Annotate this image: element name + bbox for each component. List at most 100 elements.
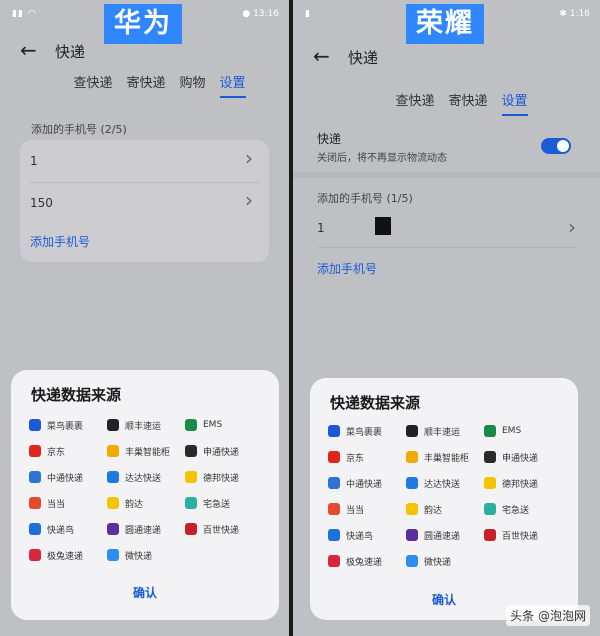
tab-settings[interactable]: 设置	[501, 90, 528, 116]
source-label: 申通快递	[203, 447, 240, 458]
dangdang-icon	[29, 497, 41, 509]
source-item: 百世快递	[185, 516, 263, 542]
row-divider	[30, 182, 259, 183]
tab-shopping[interactable]: 购物	[180, 72, 206, 94]
kdniao-icon	[328, 529, 340, 541]
source-item: 微快递	[107, 542, 185, 568]
source-label: 宅急送	[502, 505, 530, 516]
source-label: 顺丰速运	[125, 421, 162, 432]
source-label: 中通快递	[47, 473, 84, 484]
confirm-button[interactable]: 确认	[11, 584, 279, 601]
signal-icon: ▮▮ ◠	[12, 9, 37, 19]
source-grid: 菜鸟裹裹 顺丰速运 EMS 京东 丰巢智能柜 申通快递 中通快递 达达快送 德邦快递 当当 韵达 宅急…	[328, 418, 572, 574]
source-item: 京东	[29, 438, 107, 464]
source-label: 达达快送	[424, 479, 461, 490]
weikuaidi-icon	[406, 555, 418, 567]
data-source-sheet: 快递数据来源 菜鸟裹裹 顺丰速运 EMS 京东 丰巢智能柜 申通快递 中通快递 达达快送 德邦快…	[310, 378, 578, 620]
source-item: 中通快递	[29, 464, 107, 490]
source-label: 丰巢智能柜	[125, 447, 171, 458]
phone-number: 150	[30, 196, 53, 210]
ems-icon	[185, 419, 197, 431]
phone-number: 1	[317, 221, 325, 235]
app-bar: ← 快递	[0, 36, 289, 66]
source-label: 韵达	[424, 505, 443, 516]
source-item: 达达快送	[406, 470, 484, 496]
source-item: EMS	[185, 412, 263, 438]
source-label: 菜鸟裹裹	[346, 427, 383, 438]
source-label: 百世快递	[502, 531, 539, 542]
cainiao-icon	[328, 425, 340, 437]
sf-icon	[107, 419, 119, 431]
page-title: 快递	[348, 49, 379, 67]
source-item: 中通快递	[328, 470, 406, 496]
ems-icon	[484, 425, 496, 437]
best-icon	[185, 523, 197, 535]
tab-track[interactable]: 查快递	[73, 72, 112, 94]
source-label: 达达快送	[125, 473, 162, 484]
sheet-title: 快递数据来源	[31, 386, 122, 404]
source-item: 申通快递	[484, 444, 562, 470]
source-item: 韵达	[107, 490, 185, 516]
yto-icon	[406, 529, 418, 541]
source-item: 当当	[29, 490, 107, 516]
add-phone-link[interactable]: 添加手机号	[317, 260, 377, 277]
phone-row[interactable]: 1 ›	[30, 142, 259, 182]
source-item: 菜鸟裹裹	[328, 418, 406, 444]
deppon-icon	[484, 477, 496, 489]
source-item: 顺丰速运	[406, 418, 484, 444]
tab-track[interactable]: 查快递	[395, 90, 434, 112]
sto-icon	[185, 445, 197, 457]
source-label: 京东	[346, 453, 365, 464]
time-label: 1:16	[569, 9, 590, 19]
tab-bar: 查快递 寄快递 设置	[293, 90, 600, 116]
source-label: 德邦快递	[502, 479, 539, 490]
yunda-icon	[107, 497, 119, 509]
tab-send[interactable]: 寄快递	[448, 90, 487, 112]
zjs-icon	[484, 503, 496, 515]
tracking-toggle[interactable]	[541, 138, 571, 154]
source-grid: 菜鸟裹裹 顺丰速运 EMS 京东 丰巢智能柜 申通快递 中通快递 达达快送 德邦快递 当当 韵达 宅急…	[29, 412, 273, 568]
honor-screenshot-panel: ▮ ✱ 1:16 荣耀 ← 快递 查快递 寄快递 设置 快递 关闭后，将不再显示…	[293, 0, 600, 636]
add-phone-link[interactable]: 添加手机号	[30, 233, 90, 250]
source-item: 极兔速递	[328, 548, 406, 574]
phone-list-card: 1 › 150 › 添加手机号	[20, 140, 269, 262]
back-arrow-icon[interactable]: ←	[313, 46, 330, 66]
source-item: 丰巢智能柜	[406, 444, 484, 470]
source-label: 德邦快递	[203, 473, 240, 484]
yunda-icon	[406, 503, 418, 515]
source-item: 宅急送	[185, 490, 263, 516]
sf-icon	[406, 425, 418, 437]
source-item: 宅急送	[484, 496, 562, 522]
weikuaidi-icon	[107, 549, 119, 561]
data-source-sheet: 快递数据来源 菜鸟裹裹 顺丰速运 EMS 京东 丰巢智能柜 申通快递 中通快递 达达快送 德邦快…	[11, 370, 279, 620]
source-label: 圆通速递	[125, 525, 162, 536]
source-label: 微快递	[125, 551, 153, 562]
tab-send[interactable]: 寄快递	[126, 72, 165, 94]
source-label: 快递鸟	[346, 531, 374, 542]
app-bar: ← 快递	[293, 42, 600, 72]
source-label: 百世快递	[203, 525, 240, 536]
zjs-icon	[185, 497, 197, 509]
fengchao-icon	[406, 451, 418, 463]
tab-settings[interactable]: 设置	[219, 72, 246, 98]
kdniao-icon	[29, 523, 41, 535]
source-item: 快递鸟	[29, 516, 107, 542]
redaction-block	[375, 217, 391, 235]
phone-row[interactable]: 150 ›	[30, 184, 259, 224]
source-label: 当当	[346, 505, 365, 516]
source-item: 百世快递	[484, 522, 562, 548]
source-label: 中通快递	[346, 479, 383, 490]
source-item: 快递鸟	[328, 522, 406, 548]
source-label: 京东	[47, 447, 66, 458]
time-label: 13:16	[253, 9, 279, 19]
tab-bar: 查快递 寄快递 购物 设置	[0, 72, 289, 98]
deppon-icon	[185, 471, 197, 483]
row-divider	[317, 247, 576, 248]
dada-icon	[406, 477, 418, 489]
source-label: 申通快递	[502, 453, 539, 464]
source-item: 圆通速递	[406, 522, 484, 548]
source-item: 德邦快递	[185, 464, 263, 490]
phone-row[interactable]: 1 ›	[317, 208, 576, 246]
back-arrow-icon[interactable]: ←	[20, 40, 37, 60]
status-time: ● 13:16	[242, 9, 279, 19]
